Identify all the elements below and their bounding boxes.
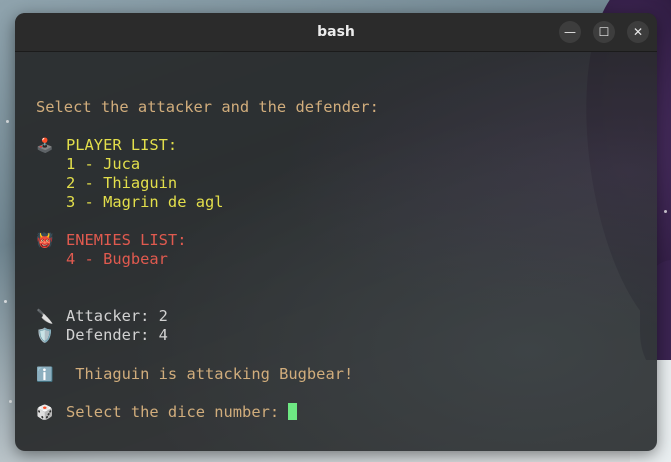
enemies-list-header: 👹 ENEMIES LIST: — [36, 231, 186, 250]
player-list-item: 1 - Juca — [66, 155, 141, 173]
text-cursor[interactable] — [288, 403, 298, 420]
close-icon: ✕ — [632, 25, 644, 39]
player-list-header: 🕹️ PLAYER LIST: — [36, 136, 177, 155]
terminal-output[interactable]: Select the attacker and the defender: 🕹️… — [15, 52, 657, 451]
enemies-list-label: ENEMIES LIST: — [66, 231, 187, 249]
defender-line: 🛡️ Defender: 4 — [36, 326, 168, 345]
minimize-icon: — — [564, 25, 576, 39]
player-list-item: 3 - Magrin de agl — [66, 193, 224, 211]
dice-icon: 🎲 — [36, 405, 54, 421]
attacker-defender-prompt: Select the attacker and the defender: — [36, 98, 379, 116]
ogre-icon: 👹 — [36, 233, 54, 249]
dice-prompt-text: Select the dice number: — [66, 403, 289, 421]
defender-value: Defender: 4 — [66, 326, 168, 344]
snowflake — [4, 300, 7, 303]
joystick-icon: 🕹️ — [36, 138, 54, 154]
knife-icon: 🔪 — [36, 309, 54, 325]
info-icon: ℹ️ — [36, 367, 54, 383]
player-list-label: PLAYER LIST: — [66, 136, 178, 154]
title-bar[interactable]: bash — ☐ ✕ — [15, 13, 657, 52]
snowflake — [9, 400, 12, 403]
shield-icon: 🛡️ — [36, 328, 54, 344]
dice-prompt: 🎲 Select the dice number: — [36, 403, 298, 422]
attacker-line: 🔪 Attacker: 2 — [36, 307, 168, 326]
terminal-window: bash — ☐ ✕ Select the attacker and the d… — [15, 13, 657, 451]
close-button[interactable]: ✕ — [627, 21, 649, 43]
maximize-button[interactable]: ☐ — [593, 21, 615, 43]
enemy-list-item: 4 - Bugbear — [66, 250, 168, 268]
attacker-value: Attacker: 2 — [66, 307, 168, 325]
info-text: Thiaguin is attacking Bugbear! — [66, 365, 354, 383]
snowflake — [6, 120, 9, 123]
info-message: ℹ️ Thiaguin is attacking Bugbear! — [36, 365, 353, 384]
maximize-icon: ☐ — [598, 25, 610, 39]
minimize-button[interactable]: — — [559, 21, 581, 43]
snowflake — [664, 210, 667, 213]
player-list-item: 2 - Thiaguin — [66, 174, 178, 192]
